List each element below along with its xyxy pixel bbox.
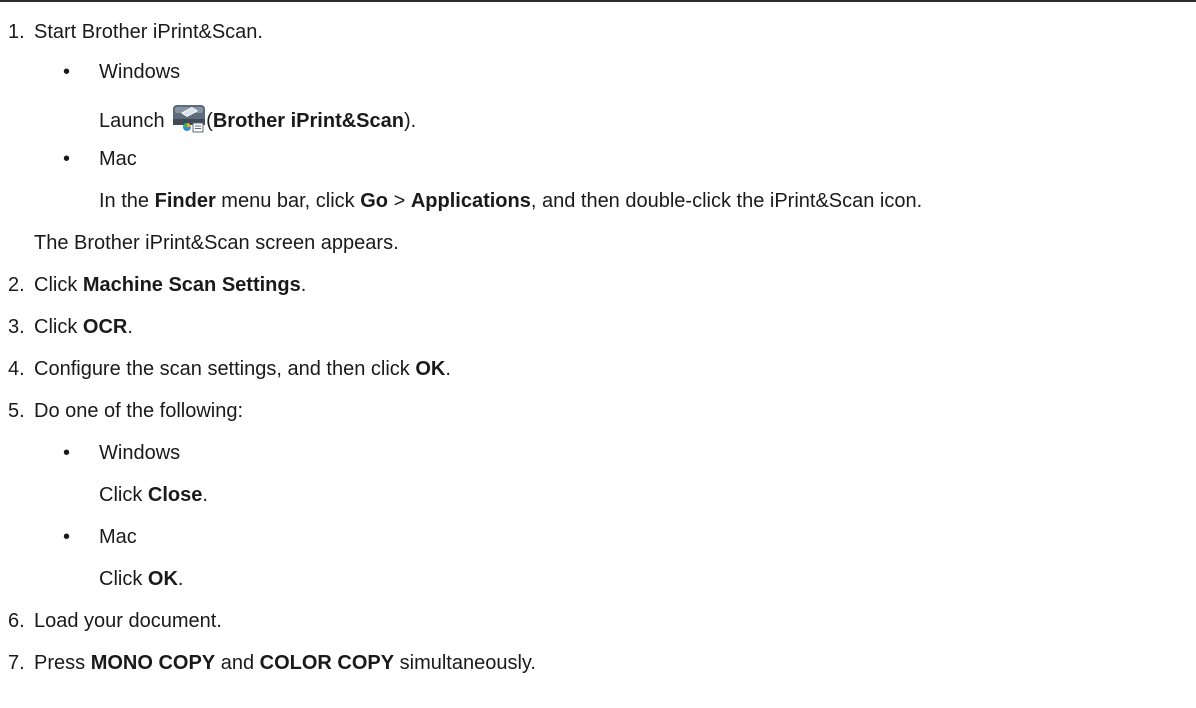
step-1-mac-instruction: In the Finder menu bar, click Go > Appli…	[99, 189, 922, 213]
text: .	[300, 274, 307, 296]
brother-iprint-scan-icon	[172, 103, 206, 133]
app-name: Brother iPrint&Scan	[212, 110, 404, 132]
text: Configure the scan settings, and then cl…	[34, 358, 416, 380]
step-5-mac-instruction: Click OK.	[99, 567, 183, 591]
text: Click	[34, 274, 83, 296]
text: Press	[34, 652, 91, 674]
step-number: 1.	[8, 21, 25, 43]
finder-label: Finder	[154, 190, 216, 212]
text: .	[445, 358, 451, 380]
text: , and then double-click the iPrint&Scan …	[530, 190, 923, 212]
paren-open: (	[206, 110, 213, 132]
platform-label-mac: Mac	[99, 526, 137, 548]
bullet: •	[63, 61, 71, 83]
step-number: 7.	[8, 652, 25, 674]
platform-label-windows: Windows	[99, 442, 181, 464]
text: In the	[99, 190, 155, 212]
applications-label: Applications	[410, 190, 531, 212]
color-copy-label: COLOR COPY	[259, 652, 395, 674]
step-text: Click OCR.	[34, 315, 133, 339]
text: .	[202, 484, 208, 506]
step-number: 3.	[8, 316, 25, 338]
step-text: Start Brother iPrint&Scan.	[34, 21, 263, 43]
launch-text: Launch	[99, 110, 171, 132]
step-1-windows-instruction: Launch (Brother iPrint&Scan).	[99, 103, 416, 135]
platform-label-windows: Windows	[99, 61, 181, 83]
step-number: 2.	[8, 274, 25, 296]
step-text: Do one of the following:	[34, 400, 244, 422]
text: Click	[99, 568, 148, 590]
platform-label-mac: Mac	[99, 148, 137, 170]
bullet: •	[63, 148, 71, 170]
step-text: Click Machine Scan Settings.	[34, 273, 306, 297]
text: .	[127, 316, 133, 338]
bullet: •	[63, 526, 71, 548]
close-label: Close	[147, 484, 203, 506]
paren-close: ).	[404, 110, 417, 132]
step-text: Configure the scan settings, and then cl…	[34, 357, 451, 381]
machine-scan-settings-label: Machine Scan Settings	[82, 274, 301, 296]
step-number: 6.	[8, 610, 25, 632]
bullet: •	[63, 442, 71, 464]
mono-copy-label: MONO COPY	[90, 652, 216, 674]
step-number: 4.	[8, 358, 25, 380]
step-text: Press MONO COPY and COLOR COPY simultane…	[34, 651, 536, 675]
top-rule	[0, 0, 1196, 2]
text: menu bar, click	[215, 190, 361, 212]
ok-label: OK	[415, 358, 446, 380]
step-text: Load your document.	[34, 610, 222, 632]
text: Click	[34, 316, 83, 338]
ocr-label: OCR	[82, 316, 128, 338]
text: simultaneously.	[394, 652, 536, 674]
text: Click	[99, 484, 148, 506]
step-5-windows-instruction: Click Close.	[99, 483, 208, 507]
text: and	[215, 652, 260, 674]
step-1-result: The Brother iPrint&Scan screen appears.	[34, 232, 399, 254]
ok-label: OK	[147, 568, 178, 590]
step-number: 5.	[8, 400, 25, 422]
text: .	[177, 568, 184, 590]
go-label: Go	[360, 190, 389, 212]
text: >	[388, 190, 411, 212]
